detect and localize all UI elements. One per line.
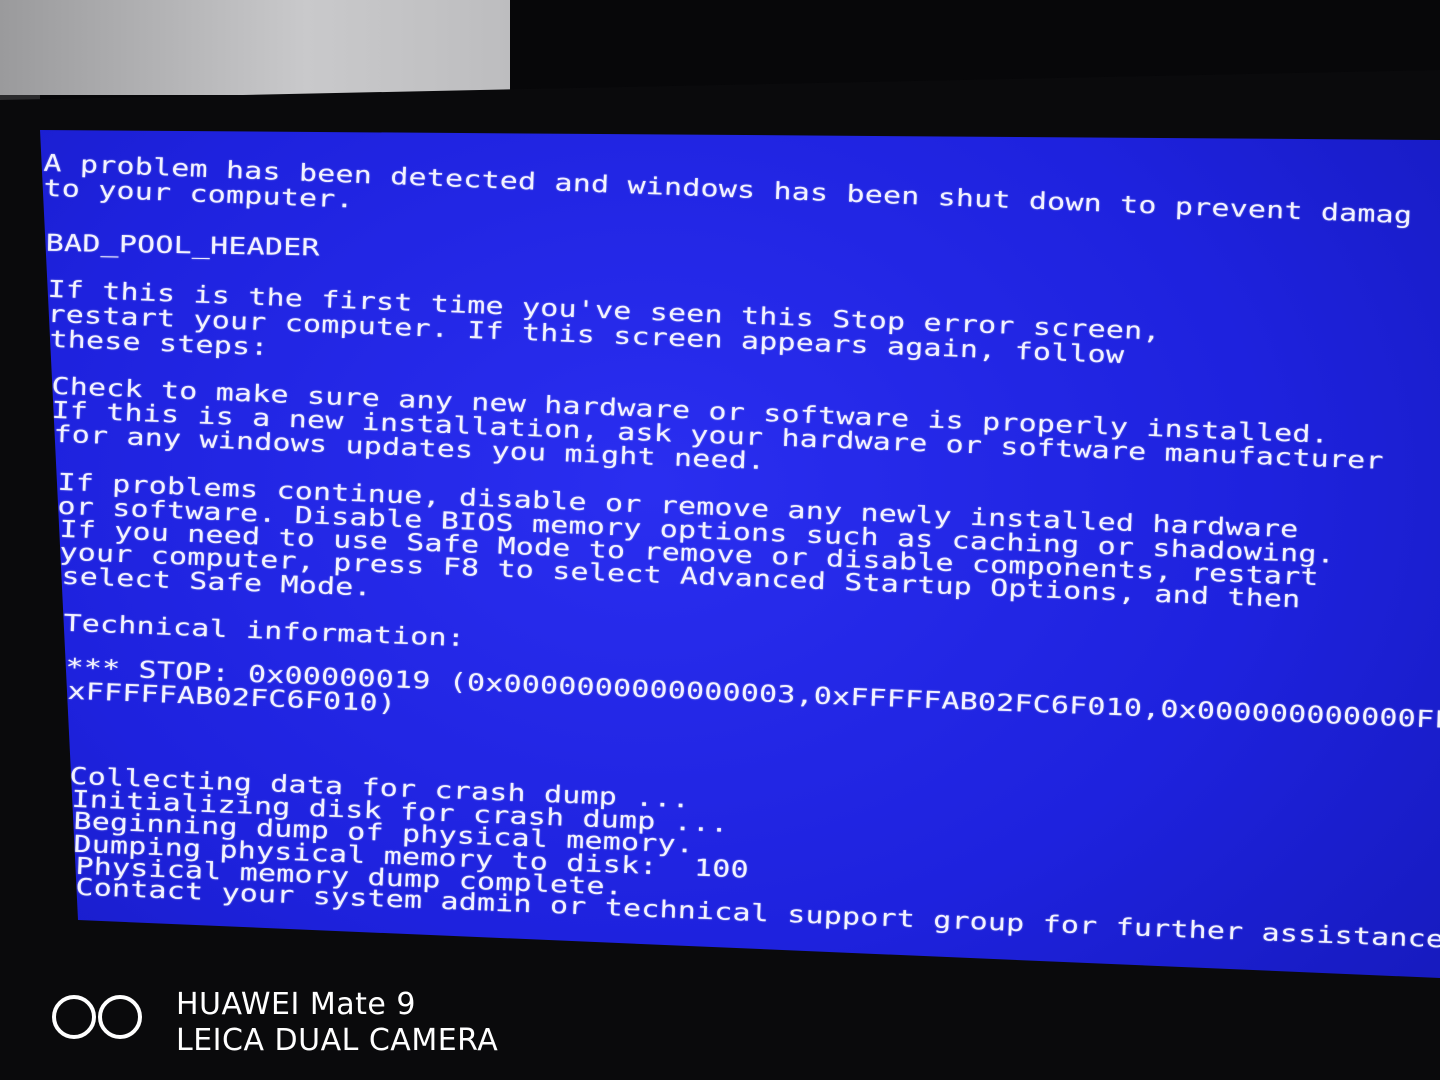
- watermark-camera: LEICA DUAL CAMERA: [176, 1023, 499, 1058]
- bsod-advice-line: these steps:: [49, 325, 270, 362]
- watermark-model: HUAWEI Mate 9: [176, 987, 417, 1022]
- contact-admin-line: Contact your system admin or technical s…: [75, 873, 1440, 955]
- bsod-text: A problem has been detected and windows …: [0, 0, 1440, 1080]
- technical-info-heading: Technical information:: [63, 609, 466, 653]
- leica-logo-icon: [98, 995, 142, 1039]
- leica-logo-icon: [52, 995, 96, 1039]
- error-code-name: BAD_POOL_HEADER: [45, 229, 320, 262]
